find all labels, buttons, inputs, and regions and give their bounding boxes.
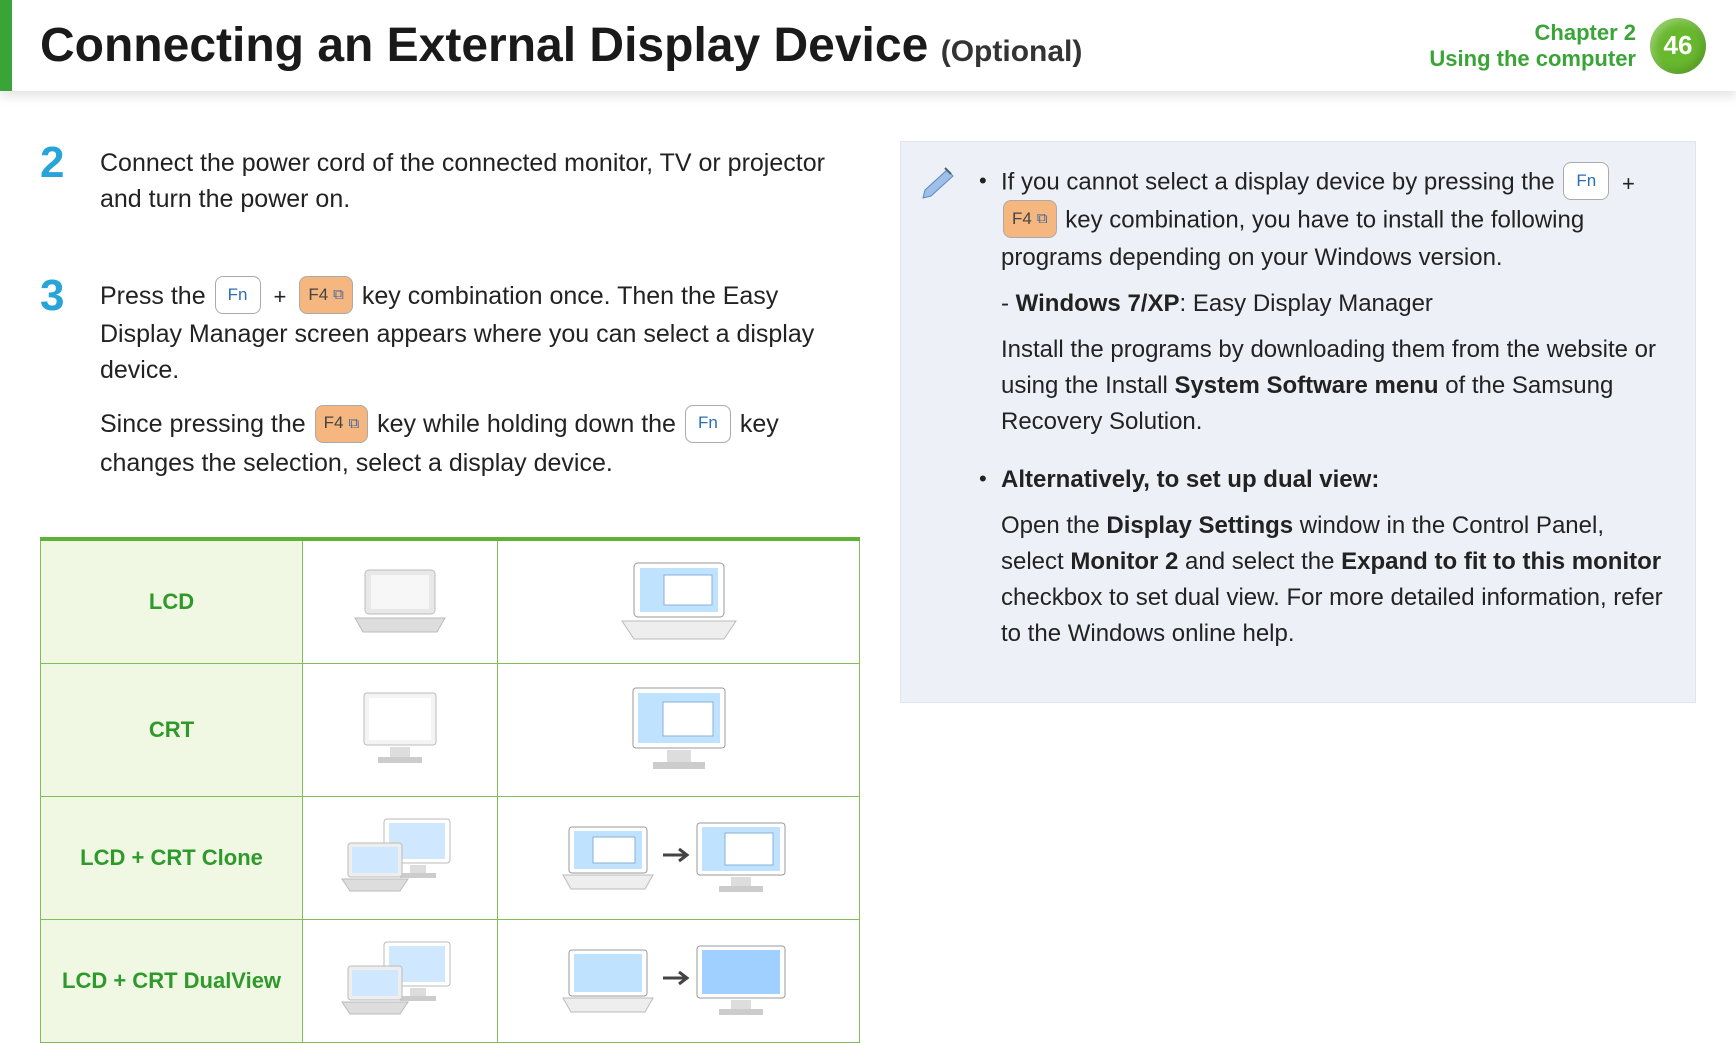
step-body: Press the Fn + F4⧉ key combination once.… [100,274,860,500]
text: key while holding down the [377,410,683,438]
note-install-line: Install the programs by downloading them… [1001,332,1667,440]
display-switch-icon: ⧉ [1037,208,1048,231]
step-2-text: Connect the power cord of the connected … [100,145,860,218]
display-switch-icon: ⧉ [333,284,344,306]
display-mode-table: LCD CRT LCD + CRT Clone [40,537,860,1043]
chapter-sub: Using the computer [1429,46,1636,71]
text: key combination, you have to install the… [1001,206,1584,271]
text: and select the [1178,548,1341,575]
note-icon [919,160,959,200]
note-dualview-line: Open the Display Settings window in the … [1001,508,1667,652]
step-3: 3 Press the Fn + F4⧉ key combination onc… [40,274,860,500]
note-windows-line: - Windows 7/XP: Easy Display Manager [1001,286,1667,322]
chapter-label: Chapter 2 [1429,20,1636,45]
bold: System Software menu [1174,372,1438,399]
bold: Monitor 2 [1070,548,1178,575]
table-row: LCD + CRT DualView [41,920,860,1043]
mode-label: CRT [41,664,303,797]
fn-key-icon: Fn [685,405,731,443]
step-3-p1: Press the Fn + F4⧉ key combination once.… [100,278,860,389]
table-row: LCD [41,539,860,664]
step-2: 2 Connect the power cord of the connecte… [40,141,860,236]
note-box: If you cannot select a display device by… [900,141,1696,703]
text: Since pressing the [100,410,313,438]
display-switch-icon: ⧉ [348,413,359,435]
bold: Display Settings [1106,512,1293,539]
bold: Windows 7/XP [1016,290,1180,317]
text: : Easy Display Manager [1179,290,1432,317]
plus-symbol: + [1622,171,1635,196]
monitor-on-icon [498,664,860,797]
plus-symbol: + [274,284,287,309]
table-row: LCD + CRT Clone [41,797,860,920]
f4-label: F4 [308,283,328,308]
mode-label: LCD [41,539,303,664]
page-header: Connecting an External Display Device (O… [0,0,1736,91]
note-bullet-2: Alternatively, to set up dual view: Open… [979,462,1667,652]
monitor-off-icon [303,664,498,797]
laptop-off-icon [303,539,498,664]
f4-key-icon: F4⧉ [299,276,353,314]
mode-label: LCD + CRT Clone [41,797,303,920]
text: checkbox to set dual view. For more deta… [1001,584,1663,647]
step-3-p2: Since pressing the F4⧉ key while holding… [100,406,860,481]
step-number: 3 [40,274,80,500]
step-number: 2 [40,141,80,236]
text: Open the [1001,512,1106,539]
bold: Expand to fit to this monitor [1341,548,1661,575]
table-row: CRT [41,664,860,797]
text: If you cannot select a display device by… [1001,168,1561,195]
dualview-icon [498,920,860,1043]
laptop-on-icon [498,539,860,664]
chapter-block: Chapter 2 Using the computer [1429,20,1636,71]
laptop-monitor-icon [303,920,498,1043]
mode-label: LCD + CRT DualView [41,920,303,1043]
f4-label: F4 [1012,206,1032,232]
f4-label: F4 [324,411,344,436]
text: Press the [100,282,213,310]
step-body: Connect the power cord of the connected … [100,141,860,236]
bold: Alternatively, to set up dual view: [1001,466,1379,493]
f4-key-icon: F4⧉ [315,405,369,443]
fn-key-icon: Fn [1563,162,1609,200]
header-right: Chapter 2 Using the computer 46 [1429,18,1706,74]
page-title: Connecting an External Display Device [40,19,928,72]
clone-icon [498,797,860,920]
right-column: If you cannot select a display device by… [900,141,1696,703]
note-bullet-1: If you cannot select a display device by… [979,164,1667,440]
laptop-monitor-icon [303,797,498,920]
page-subtitle: (Optional) [941,35,1083,68]
fn-key-icon: Fn [215,276,261,314]
left-column: 2 Connect the power cord of the connecte… [40,141,860,1043]
page-number-badge: 46 [1650,18,1706,74]
f4-key-icon: F4⧉ [1003,200,1057,238]
